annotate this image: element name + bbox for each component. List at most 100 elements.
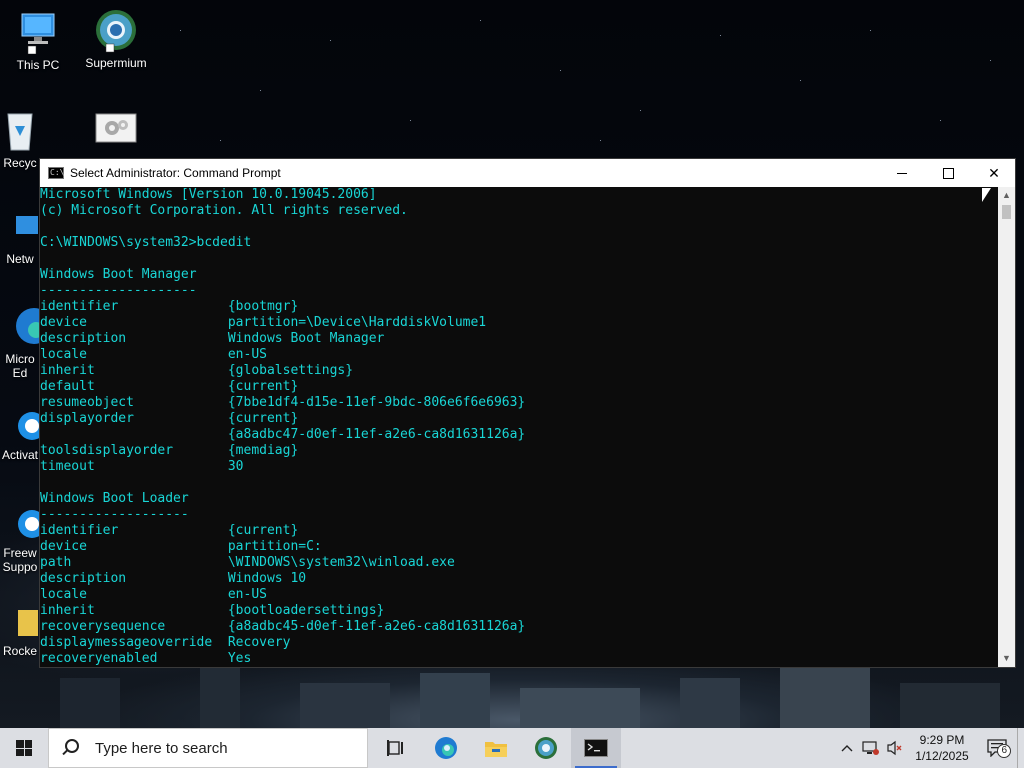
console-line: Windows Boot Loader [40, 491, 189, 506]
console-line: C:\WINDOWS\system32>bcdedit [40, 235, 252, 250]
console-line: resumeobject {7bbe1df4-d15e-11ef-9bdc-80… [40, 395, 526, 410]
chevron-up-icon [841, 745, 853, 752]
supermium-browser-icon [92, 8, 140, 53]
show-hidden-icons-button[interactable] [835, 728, 859, 768]
console-line: ------------------- [40, 507, 189, 522]
desktop-icon-network[interactable]: Netw [0, 212, 40, 266]
volume-button[interactable] [883, 728, 907, 768]
desktop-icon-activator[interactable]: Activat [0, 408, 46, 462]
close-icon: ✕ [988, 164, 1000, 181]
minimize-icon [897, 172, 907, 174]
volume-muted-icon [887, 740, 902, 756]
desktop-icon-label: Supermium [85, 56, 147, 70]
desktop-icon-label: Activat [1, 448, 38, 462]
folder-icon [0, 604, 40, 640]
desktop-icon-rocket[interactable]: Rocke [0, 604, 40, 658]
maximize-icon [942, 167, 954, 179]
console-line: Microsoft Windows [Version 10.0.19045.20… [40, 187, 377, 202]
show-desktop-button[interactable] [1017, 728, 1024, 768]
computer-icon [14, 10, 62, 55]
scroll-up-arrow-icon[interactable]: ▲ [998, 187, 1015, 204]
taskbar-clock[interactable]: 9:29 PM 1/12/2025 [907, 732, 977, 764]
gear-icon [92, 110, 140, 154]
clock-date: 1/12/2025 [915, 749, 969, 763]
search-placeholder: Type here to search [95, 739, 228, 757]
taskbar: Type here to search 9:29 PM 1/12/2025 6 [0, 728, 1024, 768]
supermium-browser-icon [535, 737, 557, 759]
network-status-button[interactable] [859, 728, 883, 768]
console-line: locale en-US [40, 347, 267, 362]
start-button[interactable] [0, 728, 48, 768]
console-line: recoveryenabled Yes [40, 651, 252, 666]
clock-time: 9:29 PM [919, 733, 965, 747]
desktop-icon-label: Netw [6, 252, 34, 266]
desktop-icon-label: Ed [12, 366, 28, 380]
console-line: path \WINDOWS\system32\winload.exe [40, 555, 455, 570]
console-line: description Windows 10 [40, 571, 307, 586]
desktop-icon-freeware-support[interactable]: Freew Suppo [0, 506, 46, 574]
console-line: locale en-US [40, 587, 267, 602]
taskbar-search-box[interactable]: Type here to search [48, 728, 368, 768]
command-prompt-window[interactable]: C:\ Select Administrator: Command Prompt… [39, 158, 1016, 668]
notification-count-badge: 6 [997, 744, 1011, 758]
desktop-icon-label: This PC [16, 58, 60, 72]
console-line: displaymessageoverride Recovery [40, 635, 291, 650]
close-button[interactable]: ✕ [971, 159, 1017, 187]
window-title: Select Administrator: Command Prompt [70, 166, 281, 180]
internet-explorer-icon [0, 506, 46, 542]
internet-explorer-icon [0, 408, 46, 444]
desktop-icon-this-pc[interactable]: This PC [0, 10, 76, 72]
desktop-icon-supermium[interactable]: Supermium [78, 8, 154, 70]
network-icon [0, 212, 40, 248]
taskbar-file-explorer-button[interactable] [471, 728, 521, 768]
desktop-icon-label: Recyc [3, 156, 37, 170]
console-line: displayorder {current} [40, 411, 299, 426]
console-line: inherit {bootloadersettings} [40, 603, 385, 618]
taskbar-edge-button[interactable] [421, 728, 471, 768]
taskbar-command-prompt-button[interactable] [571, 728, 621, 768]
desktop-icon-label: Suppo [2, 560, 38, 574]
console-line: toolsdisplayorder {memdiag} [40, 443, 299, 458]
mouse-cursor-icon [982, 188, 991, 202]
desktop-icon-recycle-bin[interactable]: Recyc [0, 108, 40, 170]
edge-icon [435, 737, 457, 759]
window-titlebar[interactable]: C:\ Select Administrator: Command Prompt… [40, 159, 1015, 187]
task-view-icon [387, 740, 403, 756]
recycle-bin-icon [0, 108, 40, 152]
action-center-button[interactable]: 6 [977, 728, 1017, 768]
console-line: device partition=\Device\HarddiskVolume1 [40, 315, 487, 330]
task-view-button[interactable] [371, 728, 421, 768]
console-line: -------------------- [40, 283, 197, 298]
scroll-thumb[interactable] [1002, 205, 1011, 219]
desktop-icon-microsoft-edge[interactable]: Micro Ed [0, 304, 52, 380]
console-line: timeout 30 [40, 459, 244, 474]
maximize-button[interactable] [925, 159, 971, 187]
desktop-icon-label: Rocke [2, 644, 37, 658]
console-line: {a8adbc47-d0ef-11ef-a2e6-ca8d1631126a} [40, 427, 526, 442]
console-line: identifier {current} [40, 523, 299, 538]
search-icon [61, 739, 79, 757]
desktop-icon-label: Freew [3, 546, 37, 560]
system-tray: 9:29 PM 1/12/2025 6 [835, 728, 1024, 768]
command-prompt-icon: C:\ [48, 167, 65, 179]
console-line: identifier {bootmgr} [40, 299, 299, 314]
taskbar-supermium-button[interactable] [521, 728, 571, 768]
console-output[interactable]: Microsoft Windows [Version 10.0.19045.20… [40, 187, 998, 667]
console-line: recoverysequence {a8adbc45-d0ef-11ef-a2e… [40, 619, 526, 634]
console-line: description Windows Boot Manager [40, 331, 385, 346]
command-prompt-icon [584, 739, 608, 757]
console-line: Windows Boot Manager [40, 267, 197, 282]
scroll-down-arrow-icon[interactable]: ▼ [998, 650, 1015, 667]
console-line: device partition=C: [40, 539, 322, 554]
console-line: default {current} [40, 379, 299, 394]
folder-icon [485, 742, 507, 757]
desktop-icon-settings-shortcut[interactable] [78, 110, 154, 158]
edge-icon [0, 304, 52, 348]
console-line: (c) Microsoft Corporation. All rights re… [40, 203, 408, 218]
minimize-button[interactable] [879, 159, 925, 187]
vertical-scrollbar[interactable]: ▲ ▼ [998, 187, 1015, 667]
windows-logo-icon [16, 740, 32, 756]
console-line: inherit {globalsettings} [40, 363, 354, 378]
